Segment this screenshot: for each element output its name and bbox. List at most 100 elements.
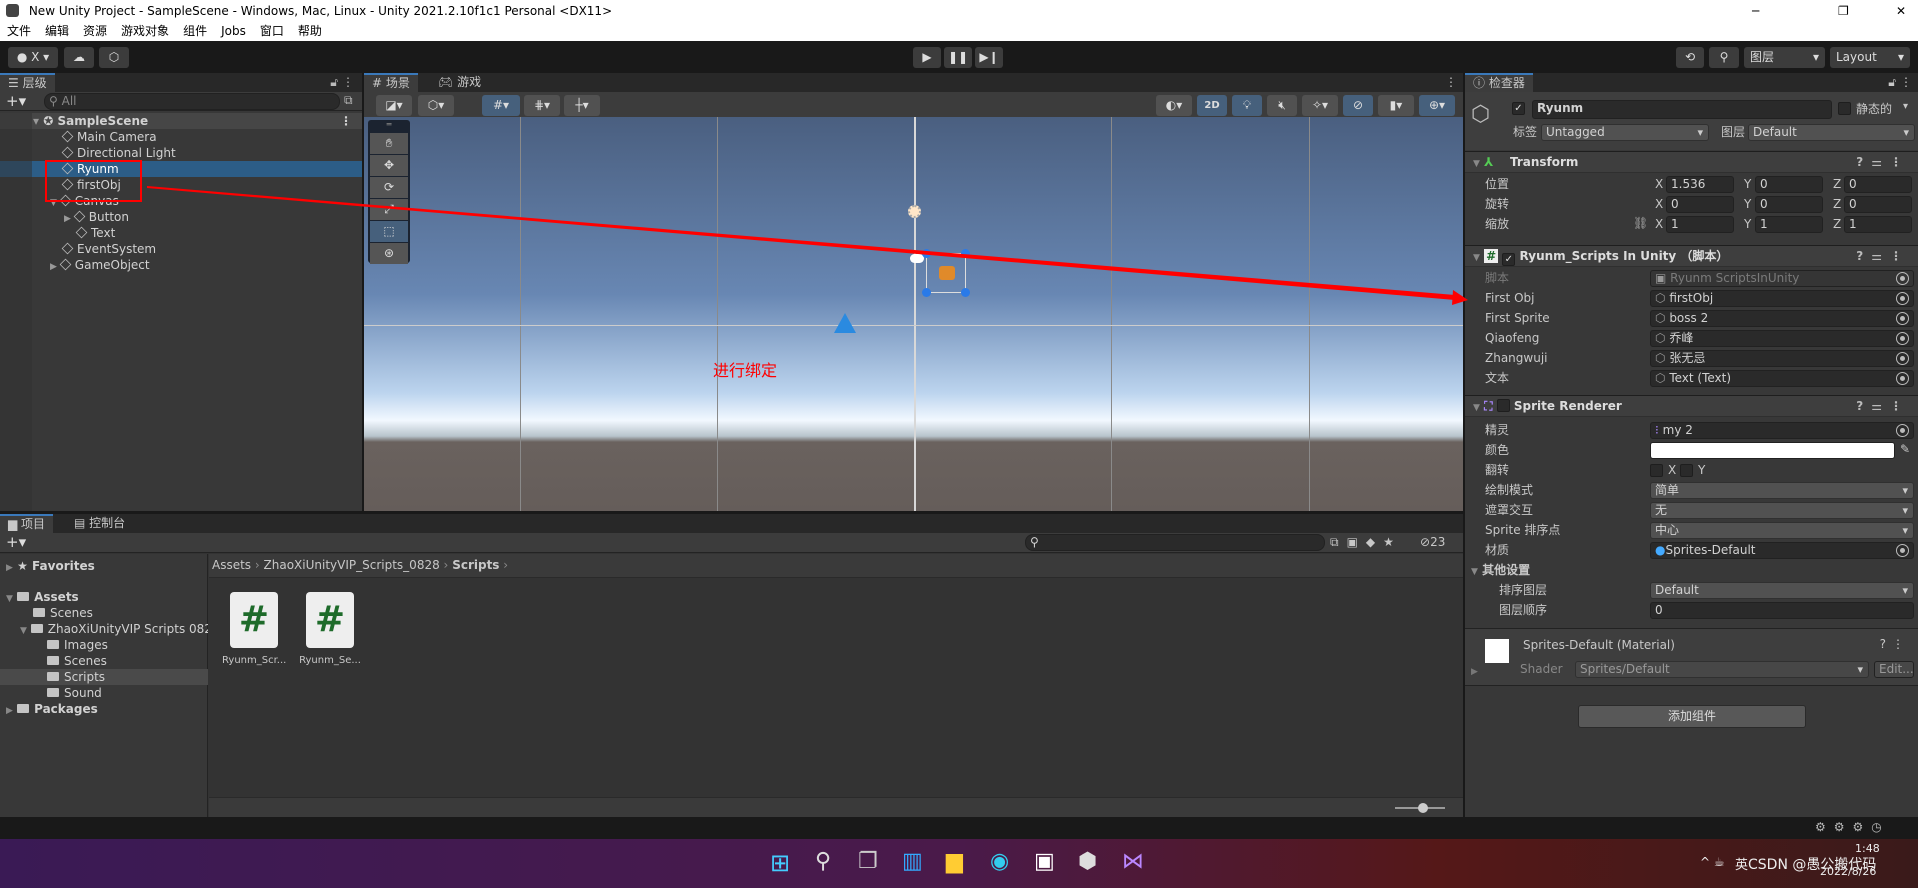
rotate-tool-icon[interactable]: ⟳ xyxy=(370,177,408,198)
sprite-renderer-header[interactable]: ▼ ⛶ Sprite Renderer ?⚌⋮ xyxy=(1465,395,1918,417)
expand-icon[interactable]: ▶ xyxy=(64,214,74,224)
hidden-objects-icon[interactable]: ⊘ xyxy=(1343,95,1373,116)
more-icon[interactable]: ⋮ xyxy=(342,75,354,89)
tab-inspector[interactable]: ⓘ 检查器 xyxy=(1465,73,1533,92)
sprite-field[interactable]: ⁝ my 2 xyxy=(1650,422,1914,439)
menu-edit[interactable]: 编辑 xyxy=(45,24,69,38)
sort-point-dropdown[interactable]: 中心 xyxy=(1650,522,1914,539)
script-field-value[interactable]: ⬡ Text (Text) xyxy=(1650,370,1914,387)
folder-item[interactable]: Scenes xyxy=(0,605,208,621)
transform-header[interactable]: ▼ ⅄ Transform ?⚌⋮ xyxy=(1465,151,1918,173)
grid-snap-dropdown[interactable]: #▾ xyxy=(482,95,520,116)
active-checkbox[interactable]: ✓ xyxy=(1512,102,1525,115)
cloud-icon[interactable]: ☁ xyxy=(64,47,94,68)
breadcrumb-item[interactable]: Scripts xyxy=(452,558,499,572)
unity-icon[interactable]: ⬢ xyxy=(1078,849,1097,874)
status-icons[interactable]: ⚙⚙⚙◷ xyxy=(1815,820,1890,834)
assets-item[interactable]: ▼ Assets xyxy=(0,589,208,605)
rect-tool-icon[interactable]: ⬚ xyxy=(370,221,408,242)
rect-handle[interactable] xyxy=(922,249,931,258)
material-actions[interactable]: ?⋮ xyxy=(1880,637,1910,651)
tab-console[interactable]: ▤ 控制台 xyxy=(66,514,133,533)
transform-z-input[interactable]: 0 xyxy=(1844,196,1912,213)
script-enabled-checkbox[interactable]: ✓ xyxy=(1502,253,1516,266)
renderer-enabled-checkbox[interactable] xyxy=(1496,399,1510,412)
constrain-proportions-icon[interactable]: ⛓ xyxy=(1633,216,1648,230)
object-picker-icon[interactable] xyxy=(1896,312,1909,325)
draw-mode-dropdown[interactable]: 简单 xyxy=(1650,482,1914,499)
edge-icon[interactable]: ◉ xyxy=(990,849,1009,874)
add-component-button[interactable]: 添加组件 xyxy=(1578,705,1806,728)
script-asset[interactable]: # Ryunm_Scr... xyxy=(222,592,286,666)
transform-x-input[interactable]: 0 xyxy=(1666,196,1734,213)
scene-row[interactable]: ▾ ✪ SampleScene ⋮ xyxy=(0,113,362,129)
tab-game[interactable]: 🎮︎ 游戏 xyxy=(430,73,489,92)
menu-file[interactable]: 文件 xyxy=(7,24,31,38)
list-item[interactable]: Directional Light xyxy=(0,145,362,161)
close-button[interactable]: ✕ xyxy=(1896,0,1906,22)
script-field-value[interactable]: ▣ Ryunm ScriptsInUnity xyxy=(1650,270,1914,287)
lock-icon[interactable]: 🔓︎ xyxy=(330,75,338,90)
material-field[interactable]: ●Sprites-Default xyxy=(1650,542,1914,559)
list-item[interactable]: ▶ Button xyxy=(0,209,362,225)
layer-dropdown[interactable]: Default xyxy=(1748,124,1915,141)
script-field-value[interactable]: ⬡ 乔峰 xyxy=(1650,330,1914,347)
player-sprite[interactable] xyxy=(834,313,856,333)
folder-item-selected[interactable]: Scripts xyxy=(0,669,208,685)
list-item[interactable]: Text xyxy=(0,225,362,241)
scale-tool-icon[interactable]: ⤢ xyxy=(370,199,408,220)
scene-visibility-icon[interactable]: ⧉ xyxy=(344,93,353,108)
list-item[interactable]: ▶ GameObject xyxy=(0,257,362,273)
object-picker-icon[interactable] xyxy=(1896,544,1909,557)
filter-icons[interactable]: ⧉▣◆★ xyxy=(1330,535,1402,550)
transform-y-input[interactable]: 0 xyxy=(1755,176,1823,193)
hierarchy-search-input[interactable]: ⚲ All xyxy=(44,93,340,110)
file-explorer-icon[interactable]: ▆ xyxy=(946,849,963,874)
script-asset[interactable]: # Ryunm_Se... xyxy=(298,592,362,666)
task-view-icon[interactable]: ❐ xyxy=(858,849,878,874)
visual-studio-icon[interactable]: ⋈ xyxy=(1122,849,1144,874)
object-picker-icon[interactable] xyxy=(1896,352,1909,365)
script-field-value[interactable]: ⬡ firstObj xyxy=(1650,290,1914,307)
sorting-layer-dropdown[interactable]: Default xyxy=(1650,582,1914,599)
move-tool-icon[interactable]: ✥ xyxy=(370,155,408,176)
static-checkbox[interactable] xyxy=(1838,102,1851,115)
transform-z-input[interactable]: 1 xyxy=(1844,216,1912,233)
shader-dropdown[interactable]: Sprites/Default xyxy=(1575,661,1869,678)
minimize-button[interactable]: ─ xyxy=(1752,0,1759,22)
component-actions[interactable]: ?⚌⋮ xyxy=(1856,152,1910,173)
effects-dropdown[interactable]: ✧▾ xyxy=(1302,95,1338,116)
mask-dropdown[interactable]: 无 xyxy=(1650,502,1914,519)
layout-dropdown[interactable]: Layout ▾ xyxy=(1830,47,1910,68)
list-item[interactable]: Main Camera xyxy=(0,129,362,145)
gameobject-icon[interactable]: ⬡ xyxy=(1471,102,1490,127)
render-mode-dropdown[interactable]: ⬡▾ xyxy=(418,95,454,116)
clock-date[interactable]: 2022/8/26 xyxy=(1820,865,1876,878)
create-icon[interactable]: +▾ xyxy=(6,533,26,551)
object-picker-icon[interactable] xyxy=(1896,424,1909,437)
add-icon[interactable]: +▾ xyxy=(6,92,26,110)
ruler-dropdown[interactable]: ┼▾ xyxy=(564,95,600,116)
zoom-slider-thumb[interactable] xyxy=(1418,803,1428,813)
more-icon[interactable]: ⋮ xyxy=(1900,75,1912,89)
shading-dropdown[interactable]: ◐▾ xyxy=(1156,95,1192,116)
more-icon[interactable]: ⋮ xyxy=(1445,75,1457,89)
expand-icon[interactable]: ▶ xyxy=(1471,667,1478,677)
menu-help[interactable]: 帮助 xyxy=(298,24,322,38)
tab-hierarchy[interactable]: ☰ 层级 xyxy=(0,73,55,92)
favorites-item[interactable]: ▶ ★ Favorites xyxy=(0,558,208,574)
menu-jobs[interactable]: Jobs xyxy=(221,24,246,38)
menu-window[interactable]: 窗口 xyxy=(260,24,284,38)
menu-component[interactable]: 组件 xyxy=(183,24,207,38)
eyedropper-icon[interactable]: ✎ xyxy=(1900,442,1910,456)
script-field-value[interactable]: ⬡ boss 2 xyxy=(1650,310,1914,327)
object-name-input[interactable]: Ryunm xyxy=(1532,100,1832,119)
project-search-input[interactable]: ⚲ xyxy=(1025,534,1325,551)
2d-toggle[interactable]: 2D xyxy=(1197,95,1227,116)
account-dropdown[interactable]: ● X ▾ xyxy=(8,47,58,68)
input-language[interactable]: 英 xyxy=(1735,854,1748,873)
folder-item[interactable]: ▼ ZhaoXiUnityVIP Scripts 0828 xyxy=(0,621,208,637)
tab-scene[interactable]: # 场景 xyxy=(364,73,418,92)
tag-dropdown[interactable]: Untagged xyxy=(1541,124,1709,141)
transform-z-input[interactable]: 0 xyxy=(1844,176,1912,193)
